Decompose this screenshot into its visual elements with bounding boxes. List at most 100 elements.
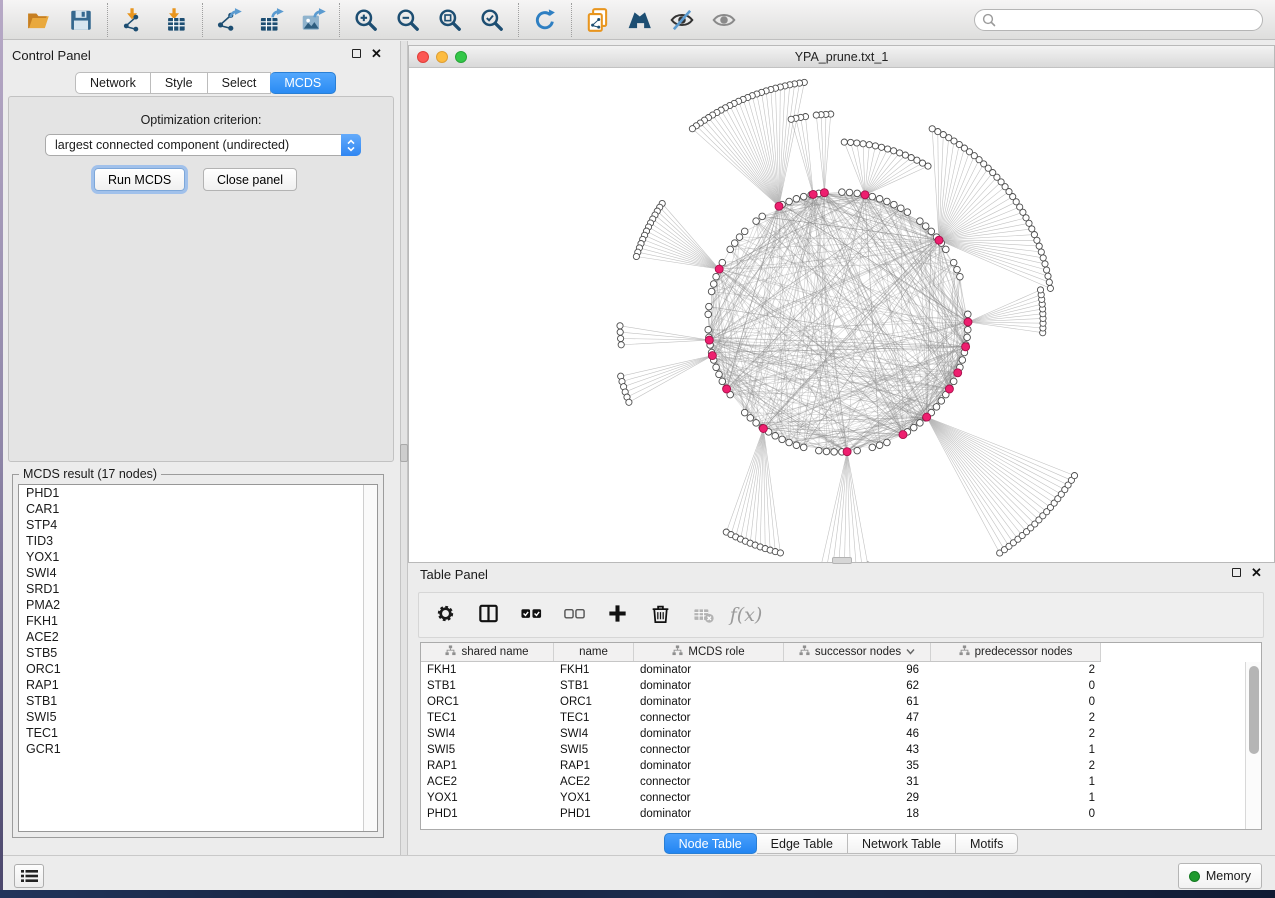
network-canvas[interactable]	[409, 68, 1274, 562]
table-cell[interactable]: 46	[784, 727, 931, 743]
show-all-button[interactable]	[709, 5, 739, 35]
apply-layout-button[interactable]	[530, 5, 560, 35]
table-cell[interactable]: RAP1	[421, 759, 554, 775]
export-table-button[interactable]	[256, 5, 286, 35]
tab-style[interactable]: Style	[151, 72, 208, 94]
table-row[interactable]: FKH1FKH1dominator962	[421, 663, 1245, 679]
tab-mcds[interactable]: MCDS	[270, 72, 336, 94]
table-cell[interactable]: dominator	[634, 679, 784, 695]
export-image-button[interactable]	[298, 5, 328, 35]
select-all-button[interactable]	[517, 601, 545, 629]
table-cell[interactable]: ORC1	[421, 695, 554, 711]
mcds-result-item[interactable]: YOX1	[19, 549, 377, 565]
save-session-button[interactable]	[66, 5, 96, 35]
table-cell[interactable]: ORC1	[554, 695, 634, 711]
table-cell[interactable]: STB1	[421, 679, 554, 695]
memory-button[interactable]: Memory	[1178, 863, 1262, 889]
table-cell[interactable]: 0	[931, 807, 1101, 823]
table-cell[interactable]: ACE2	[554, 775, 634, 791]
table-cell[interactable]: 62	[784, 679, 931, 695]
table-cell[interactable]: 61	[784, 695, 931, 711]
mcds-result-item[interactable]: TID3	[19, 533, 377, 549]
table-cell[interactable]: 35	[784, 759, 931, 775]
zoom-out-button[interactable]	[393, 5, 423, 35]
tab-select[interactable]: Select	[208, 72, 272, 94]
table-cell[interactable]: 1	[931, 743, 1101, 759]
table-cell[interactable]: 1	[931, 775, 1101, 791]
zoom-selected-button[interactable]	[477, 5, 507, 35]
table-cell[interactable]: PHD1	[554, 807, 634, 823]
table-cell[interactable]: 29	[784, 791, 931, 807]
table-row[interactable]: SWI4SWI4dominator462	[421, 727, 1245, 743]
table-cell[interactable]: dominator	[634, 663, 784, 679]
table-row[interactable]: YOX1YOX1connector291	[421, 791, 1245, 807]
new-network-from-selection-button[interactable]	[583, 5, 613, 35]
table-cell[interactable]: STB1	[554, 679, 634, 695]
mcds-result-item[interactable]: CAR1	[19, 501, 377, 517]
table-cell[interactable]: RAP1	[554, 759, 634, 775]
import-network-button[interactable]	[119, 5, 149, 35]
table-cell[interactable]: 2	[931, 663, 1101, 679]
table-cell[interactable]: TEC1	[554, 711, 634, 727]
table-cell[interactable]: ACE2	[421, 775, 554, 791]
vertical-splitter-handle[interactable]	[400, 444, 408, 462]
float-panel-icon[interactable]	[1232, 568, 1241, 577]
close-panel-icon[interactable]: ✕	[371, 49, 382, 58]
mcds-result-item[interactable]: SWI5	[19, 709, 377, 725]
table-cell[interactable]: connector	[634, 791, 784, 807]
zoom-fit-button[interactable]	[435, 5, 465, 35]
mcds-result-item[interactable]: TEC1	[19, 725, 377, 741]
column-header-MCDS-role[interactable]: MCDS role	[634, 643, 784, 661]
mcds-result-item[interactable]: GCR1	[19, 741, 377, 757]
table-cell[interactable]: 96	[784, 663, 931, 679]
table-cell[interactable]: dominator	[634, 759, 784, 775]
close-panel-icon[interactable]: ✕	[1251, 568, 1262, 577]
table-cell[interactable]: SWI4	[554, 727, 634, 743]
zoom-in-button[interactable]	[351, 5, 381, 35]
table-cell[interactable]: connector	[634, 711, 784, 727]
table-row[interactable]: ORC1ORC1dominator610	[421, 695, 1245, 711]
table-cell[interactable]: PHD1	[421, 807, 554, 823]
hide-selection-button[interactable]	[667, 5, 697, 35]
automation-panel-button[interactable]	[14, 864, 44, 888]
tab-network[interactable]: Network	[75, 72, 151, 94]
table-cell[interactable]: 2	[931, 711, 1101, 727]
mcds-result-item[interactable]: FKH1	[19, 613, 377, 629]
table-cell[interactable]: dominator	[634, 695, 784, 711]
table-cell[interactable]: 2	[931, 759, 1101, 775]
columns-button[interactable]	[474, 601, 502, 629]
mcds-result-item[interactable]: STB1	[19, 693, 377, 709]
column-header-predecessor-nodes[interactable]: predecessor nodes	[931, 643, 1101, 661]
table-row[interactable]: STB1STB1dominator620	[421, 679, 1245, 695]
run-mcds-button[interactable]: Run MCDS	[94, 168, 185, 191]
table-cell[interactable]: FKH1	[554, 663, 634, 679]
table-row[interactable]: SWI5SWI5connector431	[421, 743, 1245, 759]
table-row[interactable]: ACE2ACE2connector311	[421, 775, 1245, 791]
open-file-button[interactable]	[24, 5, 54, 35]
table-cell[interactable]: 1	[931, 791, 1101, 807]
mcds-result-item[interactable]: PHD1	[19, 485, 377, 501]
table-cell[interactable]: 31	[784, 775, 931, 791]
table-cell[interactable]: 2	[931, 727, 1101, 743]
column-header-successor-nodes[interactable]: successor nodes	[784, 643, 931, 661]
table-cell[interactable]: dominator	[634, 727, 784, 743]
mcds-result-item[interactable]: ORC1	[19, 661, 377, 677]
table-cell[interactable]: YOX1	[421, 791, 554, 807]
tab-edge-table[interactable]: Edge Table	[757, 833, 848, 854]
mcds-result-item[interactable]: STP4	[19, 517, 377, 533]
mcds-result-item[interactable]: SWI4	[19, 565, 377, 581]
table-cell[interactable]: FKH1	[421, 663, 554, 679]
column-header-shared-name[interactable]: shared name	[421, 643, 554, 661]
criterion-dropdown[interactable]: largest connected component (undirected)	[45, 134, 361, 156]
delete-column-button[interactable]	[646, 601, 674, 629]
tab-motifs[interactable]: Motifs	[956, 833, 1018, 854]
mcds-result-item[interactable]: RAP1	[19, 677, 377, 693]
export-network-button[interactable]	[214, 5, 244, 35]
table-row[interactable]: RAP1RAP1dominator352	[421, 759, 1245, 775]
close-panel-button[interactable]: Close panel	[203, 168, 297, 191]
table-cell[interactable]: SWI4	[421, 727, 554, 743]
table-cell[interactable]: connector	[634, 743, 784, 759]
table-cell[interactable]: 43	[784, 743, 931, 759]
import-table-button[interactable]	[161, 5, 191, 35]
gear-button[interactable]	[431, 601, 459, 629]
